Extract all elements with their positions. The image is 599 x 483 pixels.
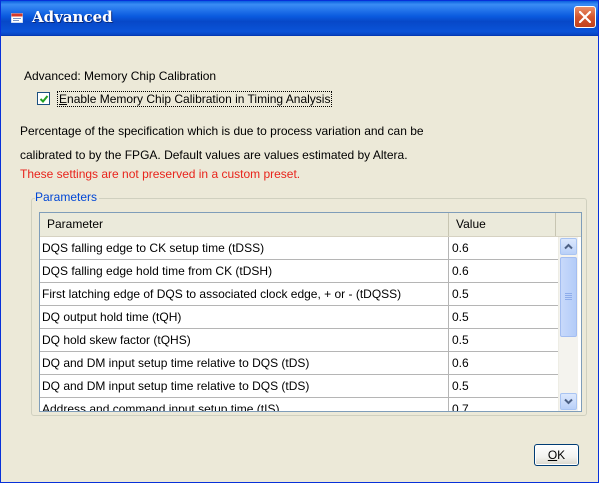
table-row[interactable]: DQ output hold time (tQH) 0.5 [40, 306, 558, 329]
thumb-grip-line [565, 299, 572, 300]
table-row[interactable]: DQ and DM input setup time relative to D… [40, 375, 558, 398]
scroll-up-button[interactable] [560, 238, 577, 255]
checkmark-icon [39, 95, 49, 103]
label-mnemonic: E [59, 92, 68, 106]
title-bar[interactable]: Advanced [1, 1, 598, 36]
close-x-icon [579, 11, 591, 23]
value-cell[interactable]: 0.5 [449, 375, 558, 397]
parameters-group-label: Parameters [35, 190, 100, 204]
ok-mnemonic: O [547, 448, 558, 462]
preset-warning: These settings are not preserved in a cu… [20, 167, 301, 181]
chevron-down-icon [564, 398, 573, 405]
thumb-grip-line [565, 297, 572, 298]
table-row[interactable]: DQ and DM input setup time relative to D… [40, 352, 558, 375]
parameter-cell: DQ hold skew factor (tQHS) [40, 329, 449, 351]
ok-button[interactable]: OK [534, 444, 579, 466]
table-row[interactable]: DQS falling edge hold time from CK (tDSH… [40, 260, 558, 283]
column-header-filler [556, 213, 581, 236]
value-cell[interactable]: 0.5 [449, 329, 558, 351]
value-cell[interactable]: 0.6 [449, 260, 558, 282]
close-button[interactable] [574, 6, 596, 28]
value-cell[interactable]: 0.6 [449, 237, 558, 259]
parameter-cell: Address and command input setup time (tI… [40, 398, 449, 411]
thumb-grip-line [565, 293, 572, 294]
column-header-parameter[interactable]: Parameter [40, 213, 449, 236]
description-line-2: calibrated to by the FPGA. Default value… [20, 148, 408, 162]
table-row[interactable]: DQS falling edge to CK setup time (tDSS)… [40, 237, 558, 260]
parameters-table: Parameter Value DQS falling edge to CK s… [39, 212, 582, 412]
parameter-cell: DQ and DM input setup time relative to D… [40, 375, 449, 397]
table-body: DQS falling edge to CK setup time (tDSS)… [40, 237, 558, 411]
description-line-1: Percentage of the specification which is… [20, 124, 424, 138]
enable-calibration-label[interactable]: Enable Memory Chip Calibration in Timing… [57, 91, 333, 107]
parameter-cell: DQ output hold time (tQH) [40, 306, 449, 328]
table-row[interactable]: First latching edge of DQS to associated… [40, 283, 558, 306]
parameter-cell: DQ and DM input setup time relative to D… [40, 352, 449, 374]
ok-label: K [557, 448, 566, 462]
enable-calibration-checkbox[interactable] [37, 92, 50, 105]
thumb-grip-line [565, 295, 572, 296]
table-header: Parameter Value [40, 213, 581, 237]
scroll-down-button[interactable] [560, 393, 577, 410]
window-title: Advanced [32, 8, 113, 26]
window-icon [10, 12, 24, 24]
column-header-value[interactable]: Value [449, 213, 556, 236]
dialog-heading: Advanced: Memory Chip Calibration [24, 69, 217, 83]
value-cell[interactable]: 0.7 [449, 398, 558, 411]
advanced-dialog: Advanced Advanced: Memory Chip Calibrati… [0, 0, 599, 483]
table-row[interactable]: Address and command input setup time (tI… [40, 398, 558, 411]
vertical-scrollbar[interactable] [558, 237, 578, 411]
parameter-cell: First latching edge of DQS to associated… [40, 283, 449, 305]
chevron-up-icon [564, 243, 573, 250]
label-text: nable Memory Chip Calibration in Timing … [67, 92, 331, 106]
value-cell[interactable]: 0.5 [449, 306, 558, 328]
scroll-thumb[interactable] [560, 257, 577, 337]
value-cell[interactable]: 0.6 [449, 352, 558, 374]
value-cell[interactable]: 0.5 [449, 283, 558, 305]
table-row[interactable]: DQ hold skew factor (tQHS) 0.5 [40, 329, 558, 352]
parameter-cell: DQS falling edge to CK setup time (tDSS) [40, 237, 449, 259]
parameter-cell: DQS falling edge hold time from CK (tDSH… [40, 260, 449, 282]
